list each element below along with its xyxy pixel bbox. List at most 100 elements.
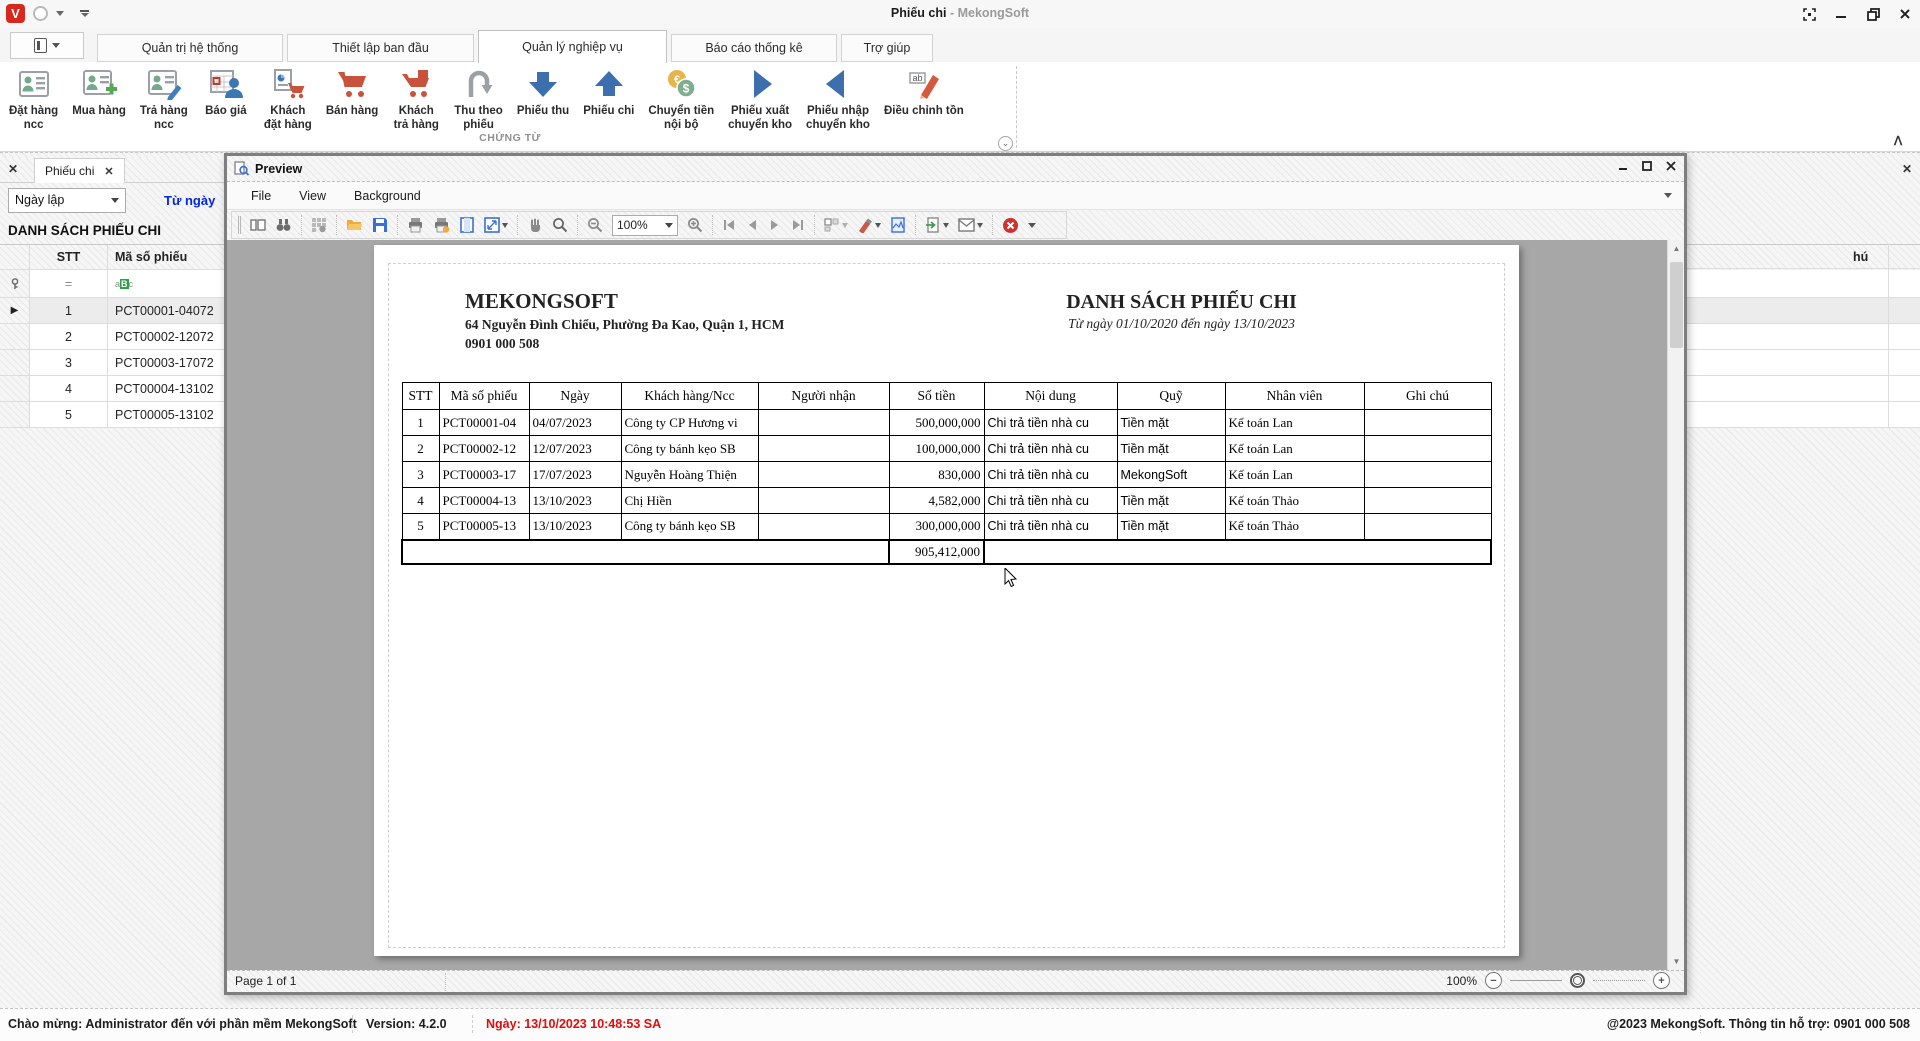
ribbon-collapse-icon[interactable]: ᐱ — [1894, 134, 1902, 148]
ribbon-item-bao-gia[interactable]: Báo giá — [195, 64, 257, 120]
current-date-label: Ngày: 13/10/2023 10:48:53 SA — [486, 1017, 661, 1031]
email-caret-icon[interactable] — [977, 223, 983, 228]
preview-document-area[interactable]: MEKONGSOFT 64 Nguyễn Đình Chiểu, Phường … — [227, 240, 1684, 970]
filter-key-icon — [0, 270, 30, 297]
close-button[interactable] — [1894, 5, 1916, 23]
tab-bao-cao-thong-ke[interactable]: Báo cáo thống kê — [671, 34, 837, 62]
background-grid-row — [1687, 350, 1920, 376]
zoom-slider-knob[interactable] — [1570, 973, 1585, 988]
report-row: 4 PCT00004-13 13/10/2023 Chị Hiền 4,582,… — [402, 488, 1491, 514]
zoom-slider-track-right[interactable] — [1593, 980, 1645, 981]
search-binoculars-button[interactable] — [275, 217, 292, 233]
preview-title-bar[interactable]: Preview — [227, 156, 1684, 182]
multiple-pages-button[interactable] — [824, 217, 848, 233]
preview-maximize-icon[interactable] — [1642, 161, 1652, 171]
previous-page-button[interactable] — [745, 218, 759, 232]
restore-button[interactable] — [1862, 5, 1884, 23]
right-panel-close-icon[interactable]: ✕ — [1902, 162, 1912, 176]
menu-file[interactable]: File — [251, 189, 271, 203]
toolbar-overflow-caret-icon[interactable] — [1028, 223, 1036, 228]
preview-close-icon[interactable] — [1666, 161, 1676, 171]
zoom-in-button[interactable] — [687, 217, 703, 233]
ribbon-item-ban-hang[interactable]: Bán hàng — [319, 64, 385, 120]
zoom-in-slider-button[interactable]: + — [1653, 972, 1670, 989]
menu-view[interactable]: View — [299, 189, 326, 203]
fullscreen-button[interactable] — [1798, 5, 1820, 23]
report-table: STTMã số phiếuNgàyKhách hàng/NccNgười nh… — [401, 382, 1492, 565]
zoom-out-slider-button[interactable]: − — [1485, 972, 1502, 989]
scroll-down-icon[interactable]: ▼ — [1668, 953, 1684, 970]
scale-caret-icon[interactable] — [502, 223, 508, 228]
document-map-button[interactable] — [250, 217, 266, 233]
ribbon-item-phieu-thu[interactable]: Phiếu thu — [510, 64, 576, 120]
close-all-tabs-icon[interactable]: ✕ — [8, 162, 18, 176]
zoom-out-button[interactable] — [587, 217, 603, 233]
tab-thiet-lap-ban-dau[interactable]: Thiết lập ban đầu — [287, 34, 474, 62]
ribbon-item-phieu-xuat-chuyen-kho[interactable]: Phiếu xuất chuyển kho — [721, 64, 799, 135]
document-tab-phieu-chi[interactable]: Phiếu chi ✕ — [34, 158, 125, 183]
report-row: 3 PCT00003-17 17/07/2023 Nguyễn Hoàng Th… — [402, 462, 1491, 488]
customize-grid-button[interactable] — [311, 217, 327, 233]
date-field-combobox[interactable]: Ngày lập — [8, 188, 126, 213]
page-margin-guide — [388, 263, 1505, 948]
preview-minimize-icon[interactable] — [1618, 161, 1628, 171]
tab-close-icon[interactable]: ✕ — [104, 165, 113, 178]
return-card-pencil-icon — [146, 66, 182, 102]
ribbon: Đặt hàng ncc Mua hàng Trả hàng ncc Báo g… — [0, 62, 1920, 152]
tab-quan-ly-nghiep-vu[interactable]: Quản lý nghiệp vụ — [478, 30, 667, 63]
menu-background[interactable]: Background — [354, 189, 421, 203]
preview-vertical-scrollbar[interactable]: ▲ ▼ — [1667, 240, 1684, 970]
print-button[interactable] — [407, 217, 424, 233]
minimize-button[interactable] — [1830, 5, 1852, 23]
open-button[interactable] — [346, 217, 363, 233]
ribbon-item-tra-hang-ncc[interactable]: Trả hàng ncc — [133, 64, 195, 135]
report-total-amount: 905,412,000 — [889, 540, 984, 564]
ribbon-item-phieu-chi[interactable]: Phiếu chi — [576, 64, 641, 120]
application-menu-button[interactable] — [10, 32, 84, 59]
ribbon-group-label: CHỨNG TỪ — [0, 132, 1020, 144]
magnifier-button[interactable] — [552, 217, 568, 233]
scroll-up-icon[interactable]: ▲ — [1668, 240, 1684, 257]
exit-preview-button[interactable] — [1002, 217, 1019, 234]
menubar-overflow-caret-icon[interactable] — [1664, 193, 1672, 198]
scrollbar-thumb[interactable] — [1670, 262, 1683, 348]
zoom-slider-track[interactable] — [1510, 980, 1562, 981]
zoom-combo-caret-icon — [665, 223, 673, 228]
ribbon-item-chuyen-tien-noi-bo[interactable]: €$ Chuyển tiền nội bộ — [641, 64, 721, 135]
highlight-caret-icon[interactable] — [875, 223, 881, 228]
ribbon-item-phieu-nhap-chuyen-kho[interactable]: Phiếu nhập chuyển kho — [799, 64, 877, 135]
save-button[interactable] — [372, 217, 388, 233]
grid-column-stt[interactable]: STT — [30, 245, 108, 269]
status-separator — [445, 973, 446, 991]
export-caret-icon[interactable] — [943, 223, 949, 228]
ribbon-item-dieu-chinh-ton[interactable]: ab Điều chỉnh tồn — [877, 64, 971, 120]
toolbar-grip — [238, 216, 241, 234]
first-page-button[interactable] — [722, 218, 736, 232]
ribbon-item-khach-tra-hang[interactable]: Khách trả hàng — [385, 64, 447, 135]
print-options-button[interactable] — [433, 217, 450, 233]
pages-caret-icon[interactable] — [842, 223, 848, 228]
report-row: 2 PCT00002-12 12/07/2023 Công ty bánh kẹ… — [402, 436, 1491, 462]
send-email-button[interactable] — [958, 218, 983, 232]
row-indicator — [0, 324, 30, 349]
ribbon-item-mua-hang[interactable]: Mua hàng — [65, 64, 133, 120]
ribbon-item-dat-hang-ncc[interactable]: Đặt hàng ncc — [2, 64, 65, 135]
next-page-button[interactable] — [768, 218, 782, 232]
tab-quan-tri-he-thong[interactable]: Quản trị hệ thống — [97, 34, 283, 62]
ribbon-tab-strip: Quản trị hệ thống Thiết lập ban đầu Quản… — [0, 28, 1920, 62]
tab-tro-giup[interactable]: Trợ giúp — [841, 34, 933, 62]
last-page-button[interactable] — [791, 218, 805, 232]
zoom-combobox[interactable]: 100% — [612, 215, 678, 236]
highlight-tool-button[interactable] — [857, 217, 881, 233]
purchase-card-plus-icon — [81, 66, 117, 102]
background-grid-row — [1687, 376, 1920, 402]
watermark-button[interactable] — [890, 217, 906, 233]
hand-tool-button[interactable] — [527, 217, 543, 233]
ribbon-item-khach-dat-hang[interactable]: Khách đặt hàng — [257, 64, 319, 135]
page-setup-button[interactable] — [459, 217, 475, 233]
filter-equals-cell[interactable]: = — [30, 270, 108, 297]
scale-button[interactable] — [484, 217, 508, 233]
supplier-card-icon — [16, 66, 52, 102]
ribbon-item-thu-theo-phieu[interactable]: Thu theo phiếu — [447, 64, 510, 135]
export-document-button[interactable] — [925, 217, 949, 233]
